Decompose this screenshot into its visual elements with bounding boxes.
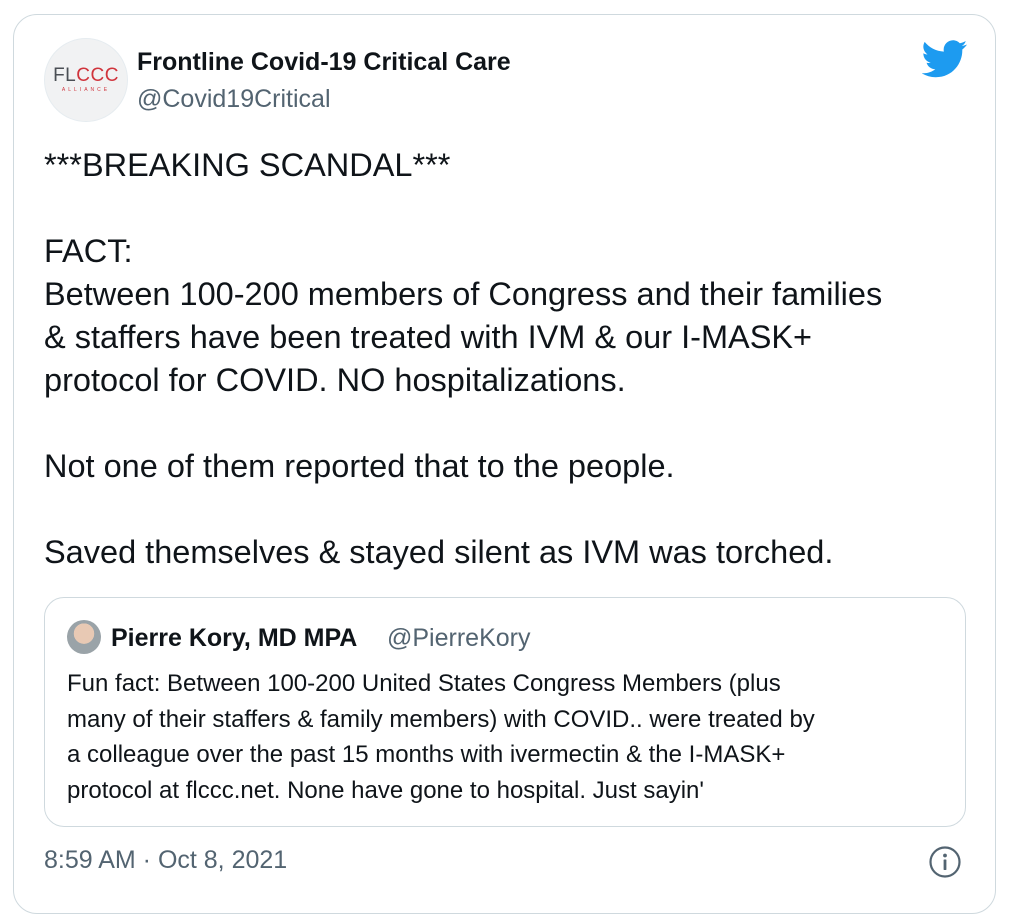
quoted-line: protocol at flccc.net. None have gone to…: [67, 776, 704, 804]
info-icon[interactable]: [928, 845, 962, 879]
tweet-line: Saved themselves & stayed silent as IVM …: [44, 534, 834, 570]
quoted-line: a colleague over the past 15 months with…: [67, 741, 786, 768]
tweet-line: ***BREAKING SCANDAL***: [44, 147, 451, 183]
tweet-line: & staffers have been treated with IVM & …: [44, 319, 813, 355]
quoted-tweet-text: Fun fact: Between 100-200 United States …: [67, 666, 947, 808]
quoted-line: Fun fact: Between 100-200 United States …: [67, 670, 781, 697]
author-name[interactable]: Frontline Covid-19 Critical Care: [137, 48, 511, 77]
flccc-logo: FLCCC: [53, 65, 119, 86]
twitter-bird-icon[interactable]: [922, 40, 968, 78]
quoted-line: many of their staffers & family members)…: [67, 705, 815, 733]
author-handle[interactable]: @Covid19Critical: [137, 85, 331, 114]
tweet-line: Between 100-200 members of Congress and …: [44, 276, 883, 312]
tweet-text: ***BREAKING SCANDAL*** FACT: Between 100…: [44, 144, 974, 574]
flccc-logo-subtext: ALLIANCE: [61, 87, 111, 93]
quoted-tweet[interactable]: Pierre Kory, MD MPA @PierreKory Fun fact…: [44, 597, 966, 827]
tweet-line: Not one of them reported that to the peo…: [44, 448, 675, 484]
tweet-line: protocol for COVID. NO hospitalizations.: [44, 362, 626, 398]
quoted-author-avatar[interactable]: [67, 620, 101, 654]
author-avatar[interactable]: FLCCC ALLIANCE: [44, 38, 128, 122]
quoted-author-handle: @PierreKory: [387, 624, 531, 652]
quoted-author-name: Pierre Kory, MD MPA: [111, 624, 358, 652]
tweet-timestamp[interactable]: 8:59 AM · Oct 8, 2021: [44, 846, 287, 875]
tweet-line: FACT:: [44, 233, 133, 269]
